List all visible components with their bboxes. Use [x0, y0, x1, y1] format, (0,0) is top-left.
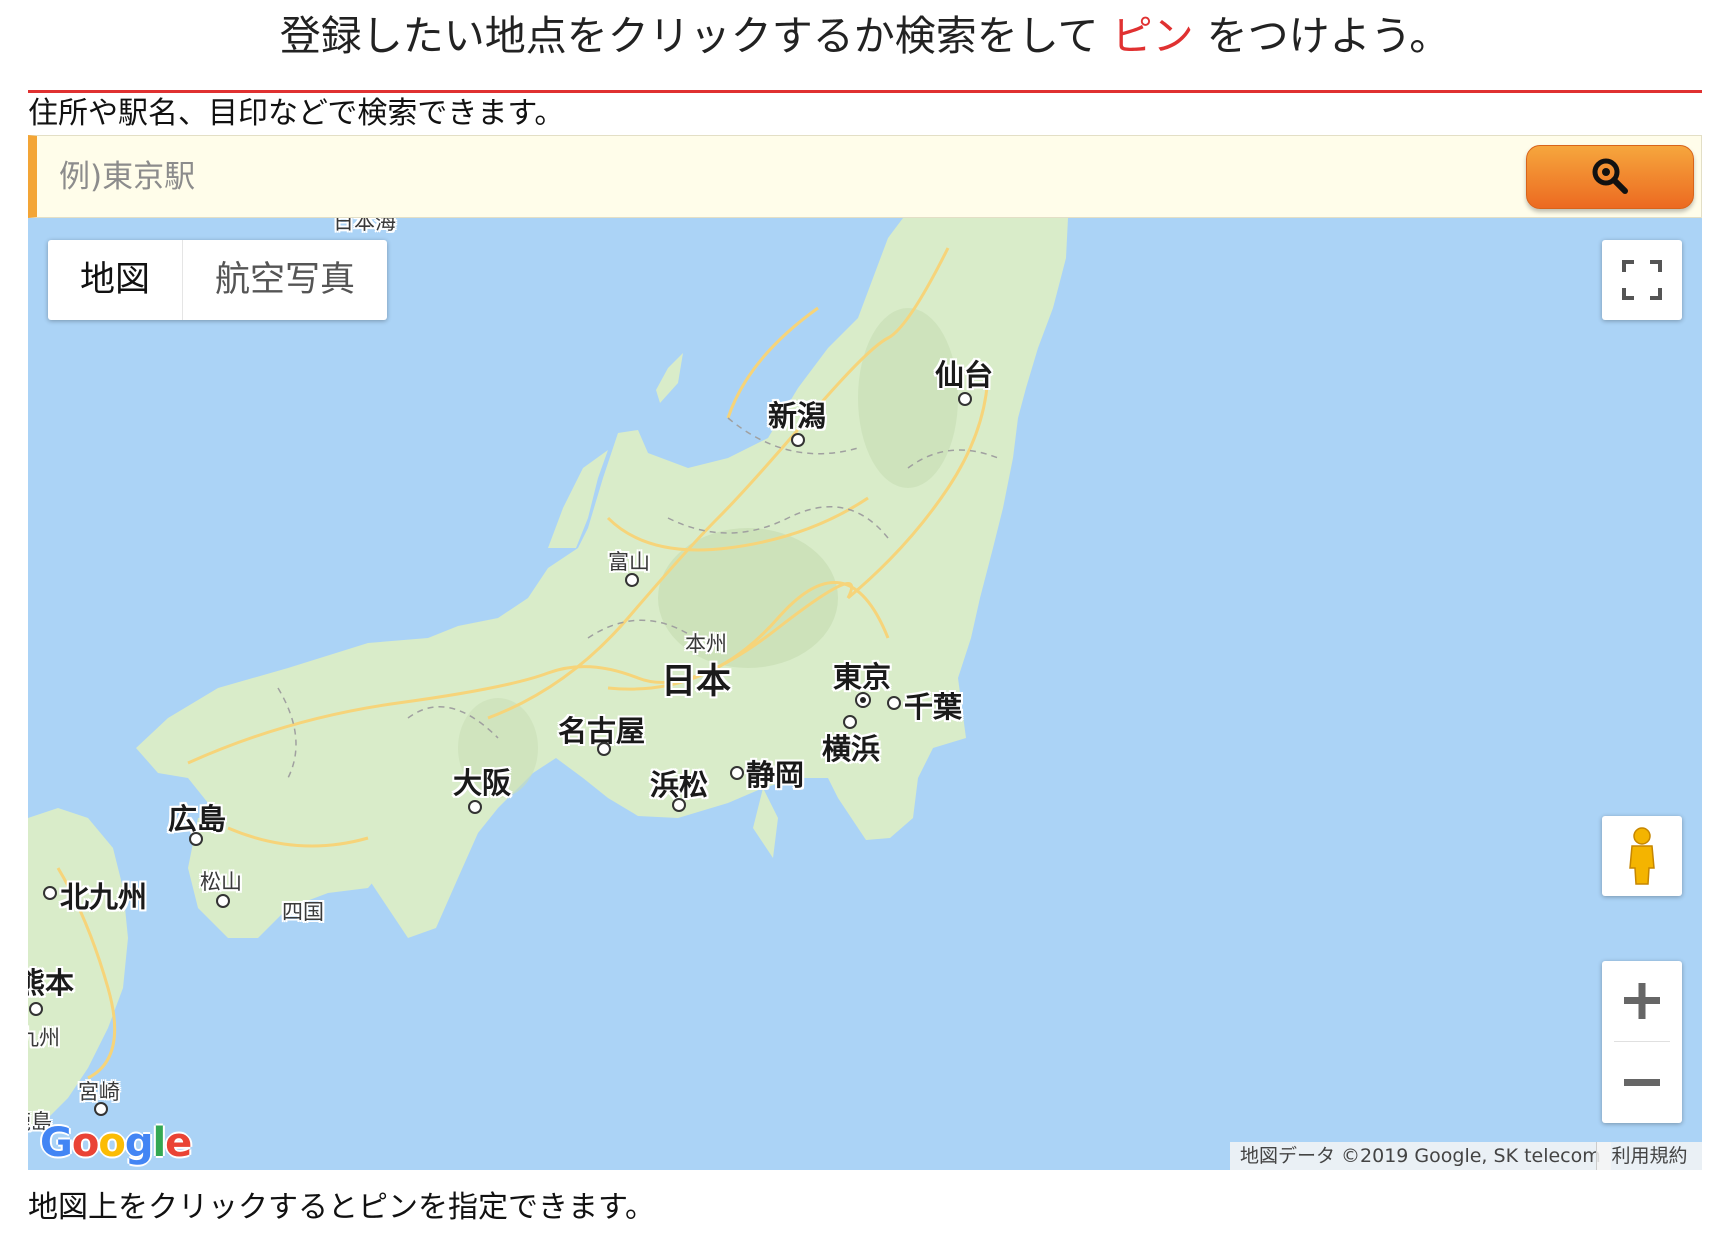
fullscreen-icon — [1622, 260, 1662, 300]
city-dot-nagoya — [597, 742, 611, 756]
map-label-osaka: 大阪 — [453, 766, 512, 800]
city-dot-kumamoto — [29, 1002, 43, 1016]
map-label-kyushu: 九州 — [28, 1026, 60, 1050]
city-dot-miyazaki — [94, 1102, 108, 1116]
search-button[interactable] — [1526, 145, 1694, 209]
map-label-toyama: 富山 — [608, 550, 650, 574]
map-label-yokohama: 横浜 — [822, 732, 881, 766]
plus-icon — [1624, 983, 1660, 1019]
map-canvas[interactable]: 地図 航空写真 日本海 仙台 新潟 富山 本州 日本 東京 千葉 横浜 名古屋 … — [28, 218, 1702, 1170]
map-instruction: 地図上をクリックするとピンを指定できます。 — [28, 1190, 655, 1225]
page-heading: 登録したい地点をクリックするか検索をして ピン をつけよう。 — [0, 6, 1730, 66]
zoom-in-button[interactable] — [1602, 961, 1682, 1041]
zoom-out-button[interactable] — [1602, 1043, 1682, 1123]
city-dot-tokyo — [855, 692, 871, 708]
city-dot-hiroshima — [189, 832, 203, 846]
minus-icon — [1624, 1079, 1660, 1086]
terms-link[interactable]: 利用規約 — [1596, 1142, 1702, 1170]
map-type-satellite[interactable]: 航空写真 — [182, 240, 387, 320]
zoom-control — [1602, 961, 1682, 1123]
city-dot-toyama — [625, 573, 639, 587]
heading-text-before: 登録したい地点をクリックするか検索をして — [279, 12, 1099, 60]
search-input[interactable] — [57, 144, 1521, 210]
city-dot-kitakyushu — [43, 886, 57, 900]
map-label-niigata: 新潟 — [768, 399, 827, 433]
zoom-divider — [1614, 1041, 1670, 1042]
city-dot-matsuyama — [216, 894, 230, 908]
city-dot-osaka — [468, 800, 482, 814]
google-logo[interactable]: Google — [40, 1120, 192, 1166]
heading-divider — [28, 90, 1702, 93]
pegman-icon — [1629, 827, 1655, 885]
map-label-chiba: 千葉 — [904, 690, 963, 724]
street-view-button[interactable] — [1602, 816, 1682, 896]
city-dot-niigata — [791, 433, 805, 447]
search-bar — [28, 135, 1702, 218]
city-dot-shizuoka — [730, 766, 744, 780]
map-label-sea: 日本海 — [333, 218, 396, 234]
map-label-sendai: 仙台 — [935, 358, 994, 392]
map-label-kumamoto: 熊本 — [28, 966, 75, 1000]
map-type-map[interactable]: 地図 — [48, 240, 182, 320]
map-label-shizuoka: 静岡 — [746, 758, 805, 792]
city-dot-hamamatsu — [672, 798, 686, 812]
fullscreen-button[interactable] — [1602, 240, 1682, 320]
heading-text-pin: ピン — [1111, 12, 1194, 60]
map-attribution: 地図データ ©2019 Google, SK telecom — [1230, 1142, 1611, 1170]
map-label-tokyo: 東京 — [833, 660, 892, 694]
city-dot-sendai — [958, 392, 972, 406]
map-label-nihon: 日本 — [661, 662, 732, 702]
map-label-matsuyama: 松山 — [200, 870, 242, 894]
city-dot-chiba — [887, 696, 901, 710]
map-label-kitakyushu: 北九州 — [60, 880, 148, 914]
map-label-shikoku: 四国 — [282, 900, 324, 924]
magnifier-icon — [1592, 158, 1628, 194]
heading-text-after: をつけよう。 — [1206, 12, 1451, 60]
map-type-control: 地図 航空写真 — [48, 240, 388, 320]
search-hint: 住所や駅名、目印などで検索できます。 — [28, 96, 565, 131]
